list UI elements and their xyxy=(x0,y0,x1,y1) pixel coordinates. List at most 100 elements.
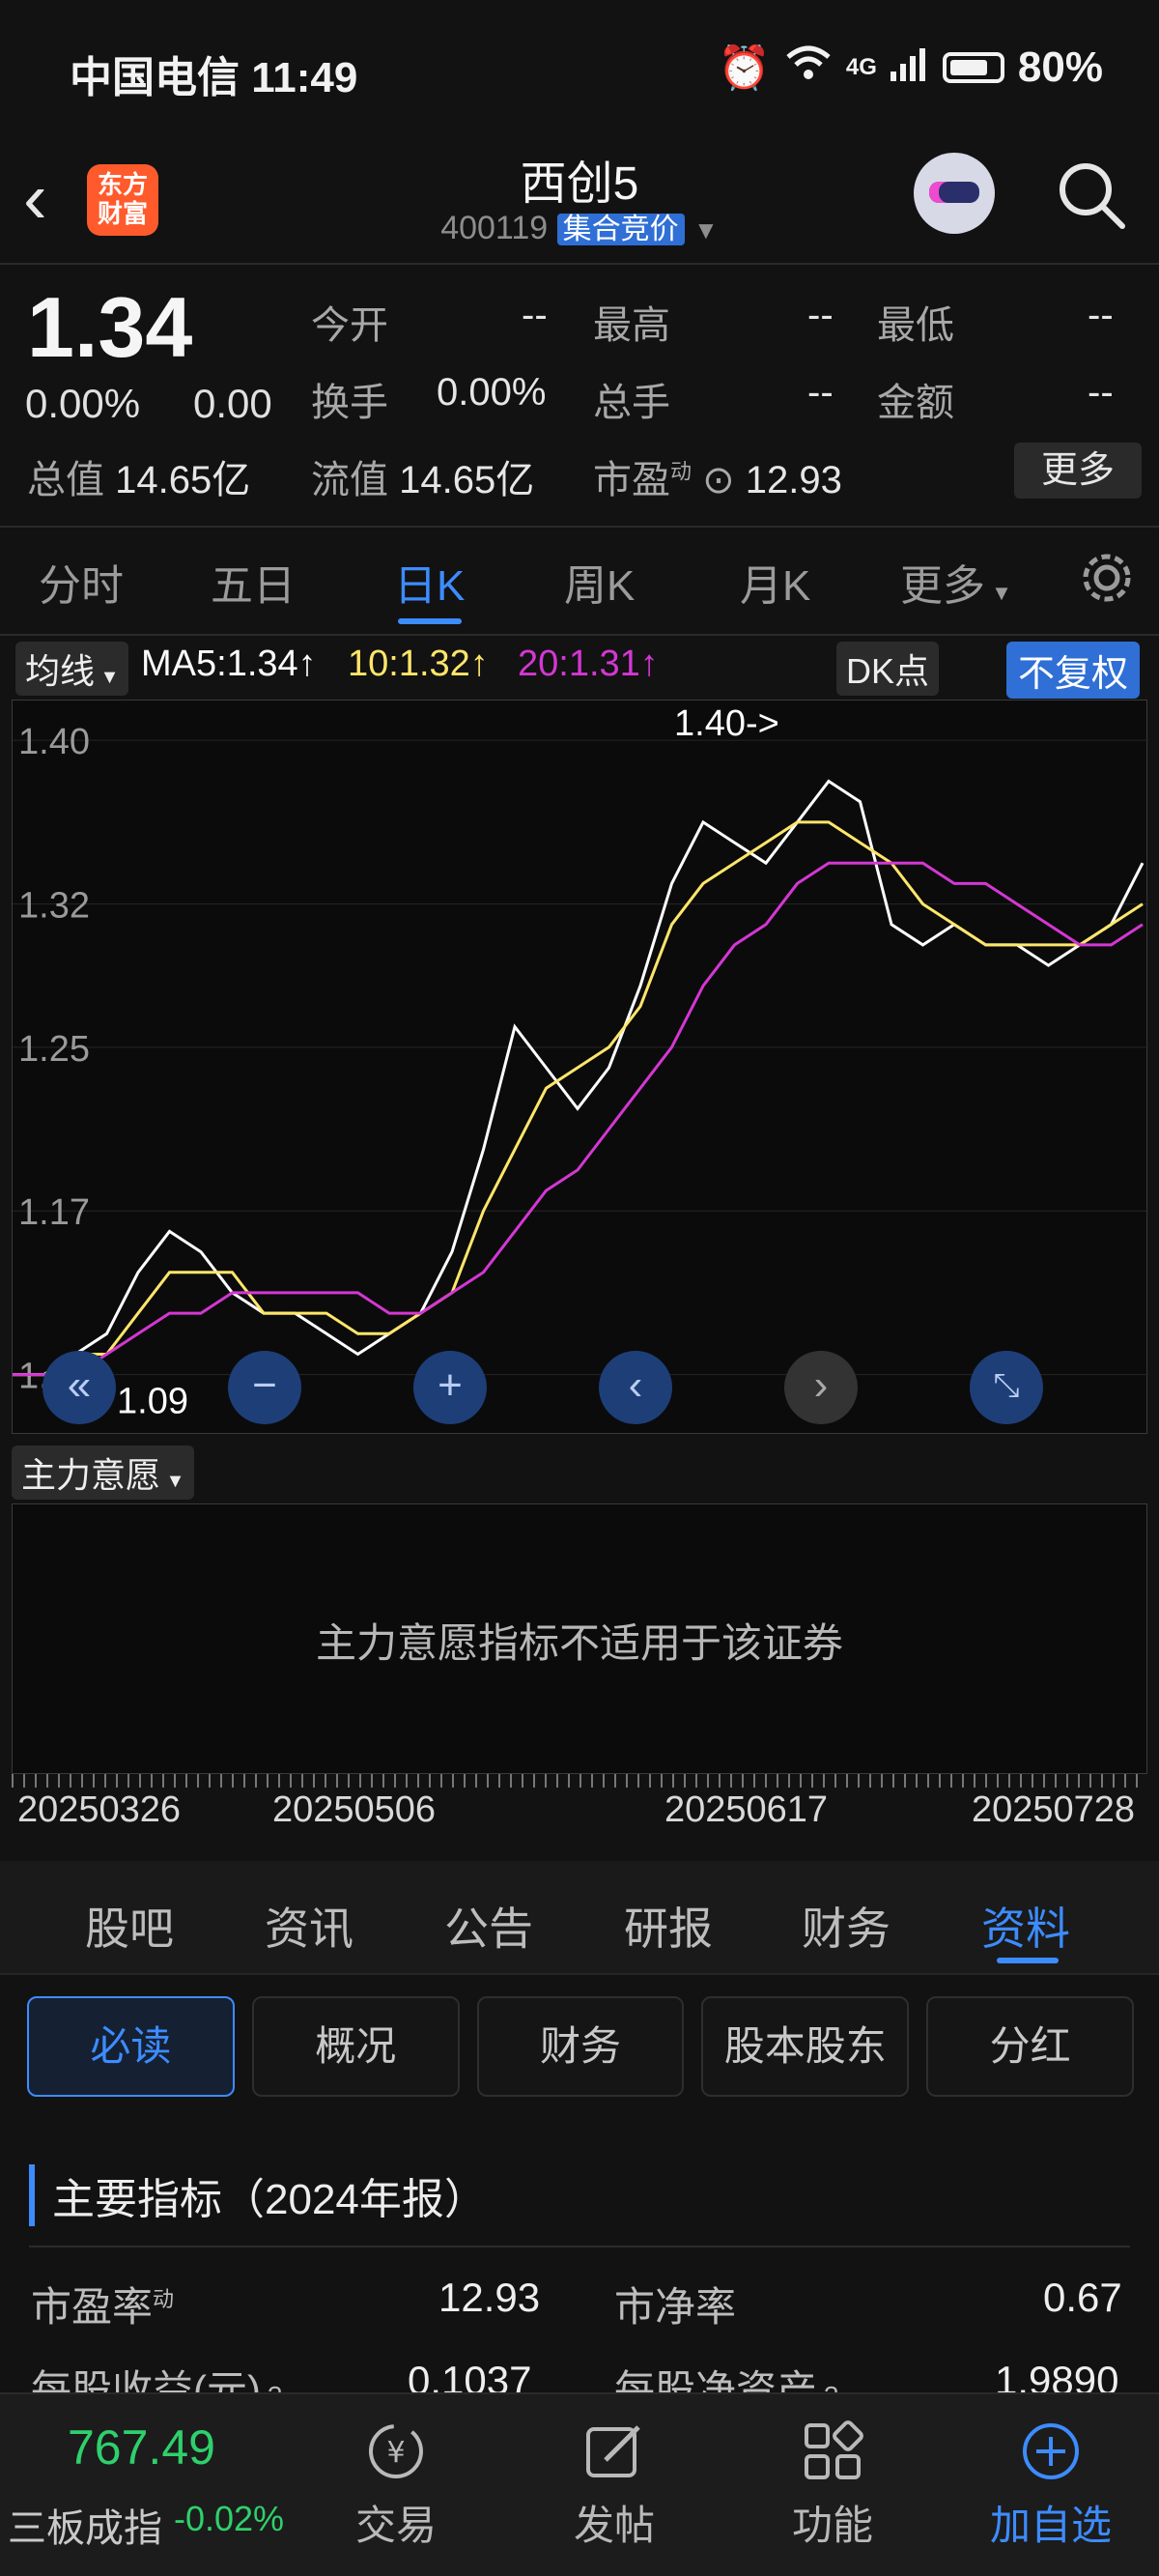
nav-functions[interactable]: 功能 xyxy=(736,2394,929,2576)
plus-icon[interactable]: + xyxy=(413,1351,487,1424)
amount-value: -- xyxy=(1088,371,1114,414)
auction-tag[interactable]: 集合竞价 xyxy=(556,214,685,245)
date-label: 20250326 xyxy=(17,1789,182,1830)
tab-profile[interactable]: 资料 xyxy=(981,1894,1070,1958)
alarm-icon: ⏰ xyxy=(718,44,771,92)
max-price-annotation: 1.40-> xyxy=(674,703,779,744)
must-read-button[interactable]: 必读 xyxy=(27,1996,235,2097)
y-tick-label: 1.40 xyxy=(18,722,90,762)
tab-forum[interactable]: 股吧 xyxy=(85,1894,174,1958)
series-line-20 xyxy=(13,861,1144,1377)
amount-label: 金额 xyxy=(877,382,954,424)
nav-trade[interactable]: ¥ 交易 xyxy=(299,2394,493,2576)
quote-panel: 1.34 0.00% 0.00 今开 -- 最高 -- 最低 -- 换手 0.0… xyxy=(0,263,1159,528)
bottom-nav: 767.49 三板成指 -0.02% ¥ 交易 发帖 功能 加自选 xyxy=(0,2392,1159,2576)
tab-news[interactable]: 资讯 xyxy=(265,1894,353,1958)
gear-icon[interactable] xyxy=(1078,549,1136,607)
edit-icon xyxy=(580,2418,648,2485)
search-icon[interactable] xyxy=(1053,157,1130,234)
scroll-left-icon[interactable]: « xyxy=(42,1351,116,1424)
adjust-button[interactable]: 不复权 xyxy=(1006,642,1141,699)
status-icons: ⏰ 4G 80% xyxy=(718,43,1103,93)
tab-daily-k[interactable]: 日K xyxy=(394,551,465,613)
tab-weekly-k[interactable]: 周K xyxy=(564,551,635,613)
carrier-time: 中国电信 11:49 xyxy=(70,54,358,101)
change-percent: 0.00% xyxy=(25,381,141,426)
open-value: -- xyxy=(522,294,548,336)
y-tick-label: 1.17 xyxy=(18,1192,90,1233)
metric-label: 市盈率动 xyxy=(31,2284,175,2330)
ma10-value: 10:1.32↑ xyxy=(348,644,489,684)
add-circle-icon xyxy=(1017,2418,1085,2485)
shareholders-button[interactable]: 股本股东 xyxy=(701,1996,910,2097)
finance-button[interactable]: 财务 xyxy=(476,1996,685,2097)
tab-indicator xyxy=(398,618,462,624)
tab-five-day[interactable]: 五日 xyxy=(211,551,296,613)
section-title: 主要指标（2024年报） xyxy=(29,2164,487,2226)
market-cap: 总值 14.65亿 xyxy=(27,459,251,501)
profile-buttons: 必读 概况 财务 股本股东 分红 xyxy=(27,1996,1134,2097)
ma20-value: 20:1.31↑ xyxy=(518,644,659,684)
turnover-label: 换手 xyxy=(311,382,388,424)
nav-trade-label: 交易 xyxy=(354,2503,437,2548)
tab-announcements[interactable]: 公告 xyxy=(444,1894,533,1958)
tab-more[interactable]: 更多 ▼ xyxy=(900,551,1012,613)
index-name[interactable]: 三板成指 xyxy=(8,2497,162,2553)
date-ticks xyxy=(12,1774,1147,1788)
date-label: 20250728 xyxy=(972,1789,1136,1830)
chevron-down-icon[interactable]: ▼ xyxy=(693,215,719,244)
wifi-icon xyxy=(784,43,833,93)
indicator2-selector[interactable]: 主力意愿 ▼ xyxy=(12,1445,195,1500)
period-tabs: 分时 五日 日K 周K 月K 更多 ▼ xyxy=(0,526,1159,636)
tab-finance[interactable]: 财务 xyxy=(802,1894,890,1958)
battery-level: 80% xyxy=(1017,43,1103,91)
high-value: -- xyxy=(807,294,834,336)
kline-svg: 1.401.321.251.171.091.40->←1.09 xyxy=(13,703,1148,1422)
nav-functions-label: 功能 xyxy=(791,2503,873,2548)
fullscreen-icon[interactable]: ⤡ xyxy=(970,1351,1043,1424)
last-price: 1.34 xyxy=(27,279,193,375)
ma-selector[interactable]: 均线 ▼ xyxy=(15,642,129,696)
info-icon[interactable]: ⊙ xyxy=(692,459,746,501)
tab-research[interactable]: 研报 xyxy=(624,1894,713,1958)
volume-label: 总手 xyxy=(593,382,670,424)
battery-icon xyxy=(942,52,1004,83)
index-value[interactable]: 767.49 xyxy=(68,2419,215,2476)
content-tabs: 股吧 资讯 公告 研报 财务 资料 xyxy=(0,1861,1159,1975)
y-tick-label: 1.25 xyxy=(18,1029,90,1070)
metric-label: 市净率 xyxy=(614,2284,737,2330)
status-bar: 中国电信 11:49 ⏰ 4G 80% xyxy=(0,0,1159,145)
y-tick-label: 1.32 xyxy=(18,886,90,927)
next-icon[interactable]: › xyxy=(784,1351,858,1424)
date-axis: 20250326 20250506 20250617 20250728 xyxy=(0,1774,1159,1861)
series-line-MA5 xyxy=(13,779,1145,1377)
minus-icon[interactable]: − xyxy=(228,1351,301,1424)
signal-icon xyxy=(890,43,929,92)
nav-post-label: 发帖 xyxy=(573,2503,655,2548)
turnover-value: 0.00% xyxy=(437,371,547,414)
indicator2-panel: 主力意愿指标不适用于该证券 xyxy=(12,1503,1147,1774)
dk-point-button[interactable]: DK点 xyxy=(836,642,940,696)
change-amount: 0.00 xyxy=(193,381,272,426)
nav-add-label: 加自选 xyxy=(989,2503,1112,2548)
network-type: 4G xyxy=(845,54,877,80)
tab-monthly-k[interactable]: 月K xyxy=(740,551,810,613)
kline-chart[interactable]: 1.401.321.251.171.091.40->←1.09 xyxy=(12,700,1148,1434)
dividend-button[interactable]: 分红 xyxy=(926,1996,1134,2097)
open-label: 今开 xyxy=(311,304,388,347)
grid-icon xyxy=(799,2418,866,2485)
nav-post[interactable]: 发帖 xyxy=(518,2394,711,2576)
low-value: -- xyxy=(1088,294,1114,336)
indicator2-message: 主力意愿指标不适用于该证券 xyxy=(315,1620,843,1666)
tab-intraday[interactable]: 分时 xyxy=(39,551,124,613)
svg-text:¥: ¥ xyxy=(386,2436,405,2470)
index-change: -0.02% xyxy=(174,2499,285,2538)
prev-icon[interactable]: ‹ xyxy=(599,1351,672,1424)
more-quote-button[interactable]: 更多 xyxy=(1014,443,1142,499)
low-label: 最低 xyxy=(877,304,954,347)
assistant-robot-icon[interactable] xyxy=(914,153,995,234)
float-cap: 流值 14.65亿 xyxy=(311,459,535,501)
overview-button[interactable]: 概况 xyxy=(251,1996,460,2097)
high-label: 最高 xyxy=(593,304,670,347)
nav-add-watchlist[interactable]: 加自选 xyxy=(954,2394,1147,2576)
